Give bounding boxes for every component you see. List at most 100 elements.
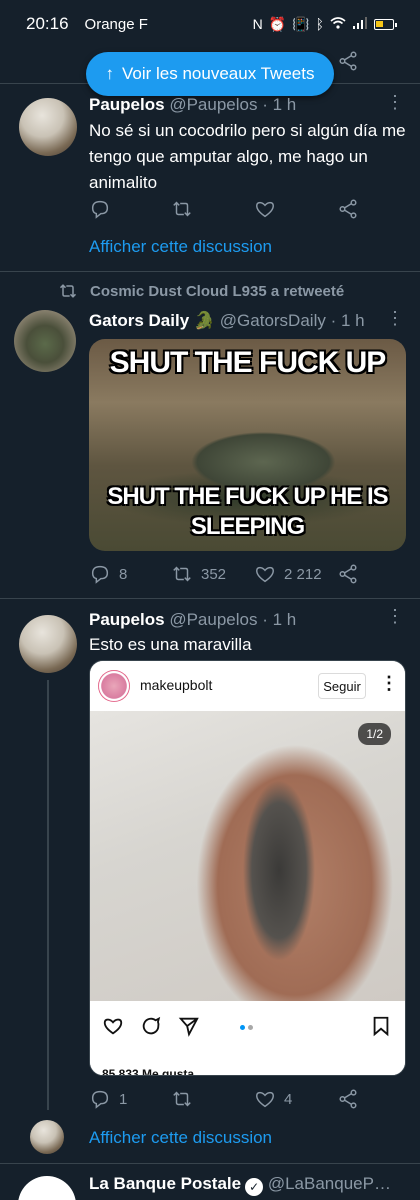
reply-button[interactable]: 8 <box>89 559 127 589</box>
reply-icon <box>91 565 109 584</box>
share-button[interactable] <box>337 194 359 224</box>
author-name[interactable]: Gators Daily 🐊 <box>89 311 215 330</box>
share-icon[interactable] <box>337 50 359 72</box>
tweet-time: · 1 h <box>262 610 297 629</box>
retweet-button[interactable] <box>171 1084 193 1114</box>
author-handle: @Paupelos <box>169 610 258 629</box>
more-options-icon[interactable]: ⋮ <box>386 606 404 627</box>
reply-button[interactable]: 1 <box>89 1084 127 1114</box>
tweet-text: Esto es una maravilla <box>89 635 252 654</box>
retweeted-by-text[interactable]: Cosmic Dust Cloud L935 a retweeté <box>90 283 344 300</box>
divider <box>0 271 420 272</box>
heart-icon <box>256 1091 274 1108</box>
share-button[interactable] <box>337 1084 359 1114</box>
share-button[interactable] <box>337 559 359 589</box>
comment-icon[interactable] <box>140 1015 162 1037</box>
more-options-icon[interactable]: ⋮ <box>386 92 404 113</box>
author-name[interactable]: Paupelos <box>89 95 165 114</box>
send-icon[interactable] <box>178 1015 200 1037</box>
bookmark-icon[interactable] <box>370 1015 392 1037</box>
carousel-dots <box>240 1025 253 1030</box>
like-count: 4 <box>284 1090 293 1108</box>
retweeted-by: Cosmic Dust Cloud L935 a retweeté <box>58 281 344 301</box>
share-icon <box>339 199 357 219</box>
retweet-count: 352 <box>201 565 227 583</box>
avatar[interactable] <box>14 310 76 372</box>
reply-count: 1 <box>119 1090 128 1108</box>
wifi-icon <box>330 16 346 33</box>
heart-icon <box>256 566 274 583</box>
author-handle: @LaBanqueP… <box>267 1174 391 1193</box>
tweet-header: Paupelos @Paupelos · 1 h <box>89 610 296 630</box>
embed-username[interactable]: makeupbolt <box>140 677 212 693</box>
like-button[interactable]: 2 212 <box>254 559 322 589</box>
status-bar: 20:16 Orange F N ⏰ 📳 ᛒ <box>0 0 420 48</box>
vibrate-icon: 📳 <box>292 15 310 32</box>
tweet-header: Paupelos @Paupelos · 1 h <box>89 95 296 115</box>
divider <box>0 1163 420 1164</box>
embed-avatar[interactable] <box>98 670 130 702</box>
signal-icon <box>352 16 368 32</box>
status-carrier: Orange F <box>84 15 148 33</box>
show-thread-link[interactable]: Afficher cette discussion <box>89 1128 272 1148</box>
divider <box>0 598 420 599</box>
tweet-header: La Banque Postale ✓ @LaBanqueP… <box>89 1174 391 1196</box>
thread-line <box>47 680 49 1110</box>
reply-icon <box>91 200 109 219</box>
alarm-icon: ⏰ <box>268 15 287 32</box>
embed-photo[interactable]: 1/2 <box>90 711 405 1001</box>
share-icon <box>339 564 357 584</box>
show-thread-link[interactable]: Afficher cette discussion <box>89 237 272 257</box>
reply-button[interactable] <box>89 194 111 224</box>
retweet-icon <box>173 1091 191 1107</box>
heart-icon[interactable] <box>102 1015 124 1037</box>
follow-button[interactable]: Seguir <box>318 673 366 699</box>
meme-caption-bottom: SHUT THE FUCK UP HE IS SLEEPING <box>107 483 388 540</box>
battery-icon <box>374 18 397 30</box>
verified-badge-icon: ✓ <box>245 1178 264 1196</box>
author-handle: @Paupelos <box>169 95 258 114</box>
status-time: 20:16 <box>26 14 69 33</box>
tweet-text: No sé si un cocodrilo pero si algún día … <box>89 121 406 192</box>
author-name[interactable]: La Banque Postale <box>89 1174 241 1193</box>
reply-count: 8 <box>119 565 128 583</box>
bluetooth-icon: ᛒ <box>315 16 324 32</box>
like-button[interactable]: 4 <box>254 1084 292 1114</box>
retweet-icon <box>173 201 191 217</box>
embed-footer: 85 833 Me gusta <box>90 1001 405 1076</box>
arrow-up-icon: ↑ <box>105 64 115 83</box>
author-name[interactable]: Paupelos <box>89 610 165 629</box>
embed-header: makeupbolt Seguir ⋮ <box>90 661 405 711</box>
tweet-actions <box>89 194 389 224</box>
reply-icon <box>91 1090 109 1109</box>
like-count: 2 212 <box>284 565 322 583</box>
author-handle: @GatorsDaily <box>219 311 326 330</box>
new-tweets-label: Voir les nouveaux Tweets <box>122 64 315 83</box>
like-button[interactable] <box>254 194 276 224</box>
tweet-actions: 8 352 2 212 <box>89 559 389 589</box>
meme-caption-top: SHUT THE FUCK UP <box>109 346 387 379</box>
tweet-header: Gators Daily 🐊 @GatorsDaily · 1 h <box>89 311 365 331</box>
avatar[interactable] <box>18 1176 76 1200</box>
avatar[interactable] <box>19 615 77 673</box>
embed-likes: 85 833 Me gusta <box>102 1067 195 1076</box>
tweet-time: · 1 h <box>262 95 297 114</box>
tweet-time: · 1 h <box>330 311 365 330</box>
retweet-button[interactable] <box>171 194 193 224</box>
nfc-icon: N <box>252 16 263 32</box>
more-options-icon[interactable]: ⋮ <box>386 308 404 329</box>
share-icon <box>339 1089 357 1109</box>
photo-counter: 1/2 <box>358 723 391 745</box>
tweet-image[interactable]: SHUT THE FUCK UP SHUT THE FUCK UP HE IS … <box>89 339 406 551</box>
retweet-icon <box>59 284 77 298</box>
retweet-button[interactable]: 352 <box>171 559 226 589</box>
thread-avatar[interactable] <box>30 1120 64 1154</box>
retweet-icon <box>173 566 191 582</box>
heart-icon <box>256 201 274 218</box>
new-tweets-button[interactable]: ↑ Voir les nouveaux Tweets <box>86 52 334 96</box>
status-icons: N ⏰ 📳 ᛒ <box>252 15 397 33</box>
tweet-actions: 1 4 <box>89 1084 389 1114</box>
instagram-embed[interactable]: makeupbolt Seguir ⋮ 1/2 85 833 Me gusta <box>89 660 406 1076</box>
avatar[interactable] <box>19 98 77 156</box>
more-options-icon[interactable]: ⋮ <box>380 673 398 694</box>
